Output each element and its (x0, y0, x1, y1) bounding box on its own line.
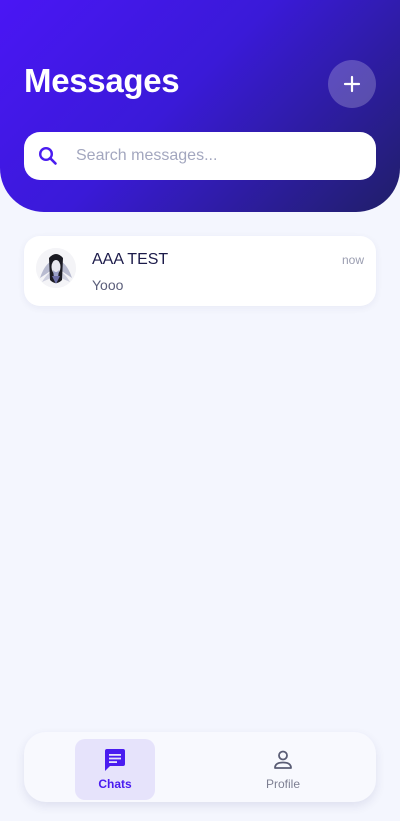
chat-list-item[interactable]: AAA TEST Yooo now (24, 236, 376, 306)
nav-label-profile: Profile (265, 777, 300, 791)
search-icon (38, 146, 58, 166)
avatar (36, 248, 76, 288)
chat-timestamp: now (341, 253, 364, 267)
plus-icon (343, 75, 361, 93)
search-bar[interactable] (24, 132, 376, 180)
nav-label-chats: Chats (98, 777, 132, 791)
nav-item-profile[interactable]: Profile (243, 739, 323, 800)
nav-item-chats[interactable]: Chats (75, 739, 155, 800)
chat-preview: Yooo (92, 277, 124, 293)
new-chat-button[interactable] (328, 60, 376, 108)
chat-bubble-icon (103, 748, 127, 772)
header: Messages (0, 0, 400, 212)
person-icon (271, 748, 295, 772)
bottom-nav: Chats Profile (24, 732, 376, 802)
page-title: Messages (24, 62, 180, 99)
chat-name: AAA TEST (92, 251, 169, 268)
search-input[interactable] (76, 147, 336, 165)
